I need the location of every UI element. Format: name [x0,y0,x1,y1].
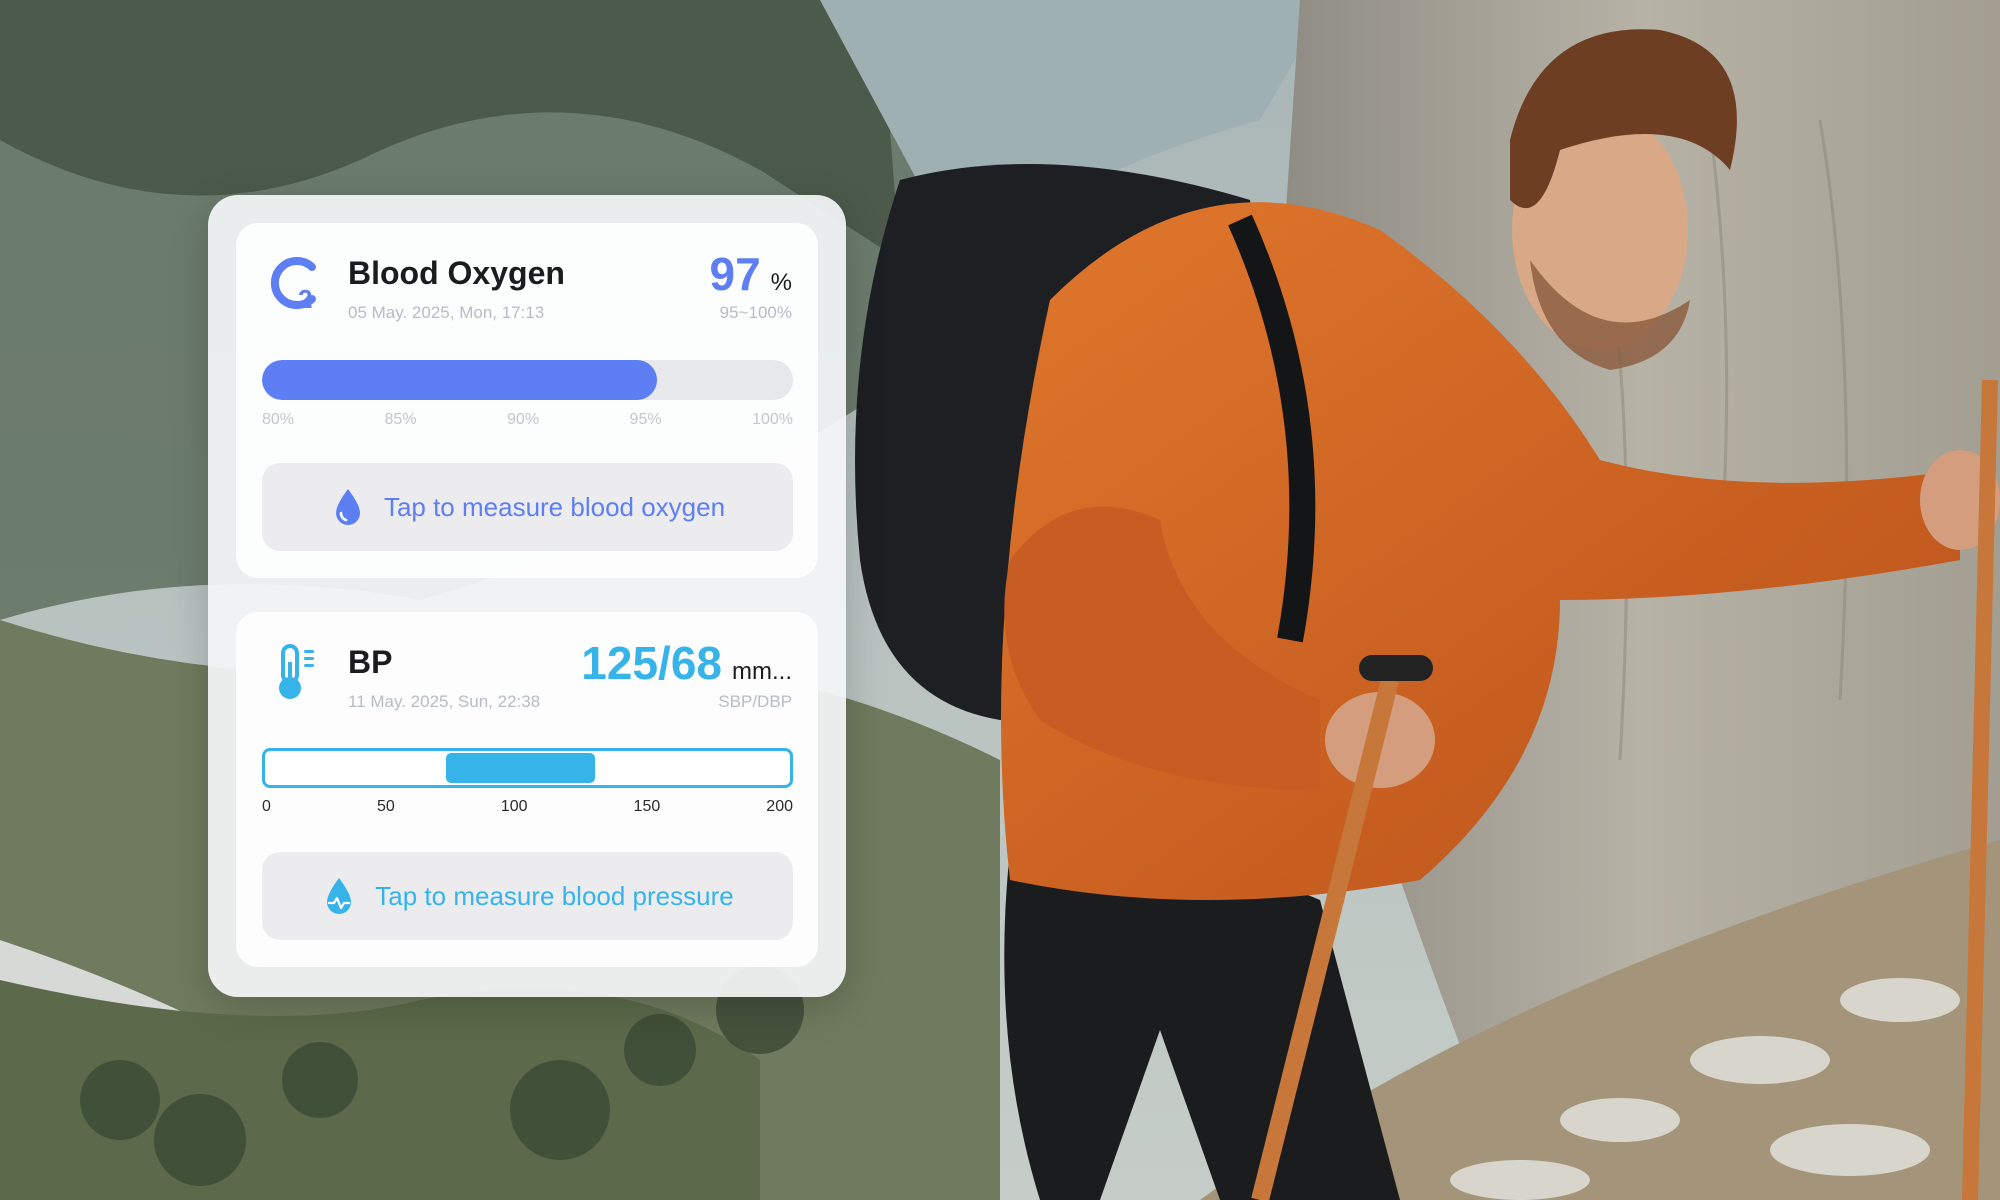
scale-tick: 100% [752,411,793,428]
blood-pressure-scale: 0 50 100 150 200 [262,798,793,818]
thermometer-icon [279,644,314,699]
blood-pressure-unit: mm... [732,658,792,685]
blood-oxygen-unit: % [770,269,792,296]
scale-tick: 200 [766,798,793,815]
blood-pressure-value: 125/68 [581,637,722,689]
blood-pressure-timestamp: 11 May. 2025, Sun, 22:38 [348,692,541,711]
measure-blood-oxygen-label: Tap to measure blood oxygen [383,491,726,522]
svg-text:2: 2 [298,284,312,313]
health-widget-panel: 2 Blood Oxygen 05 May. 2025, Mon, 17:13 … [208,195,846,997]
scale-tick: 95% [629,411,662,428]
scale-tick: 80% [262,411,295,428]
o2-icon: 2 [270,257,316,313]
blood-oxygen-card[interactable]: 2 Blood Oxygen 05 May. 2025, Mon, 17:13 … [236,223,818,578]
blood-pressure-range-fill [445,753,596,783]
blood-oxygen-timestamp: 05 May. 2025, Mon, 17:13 [348,303,545,322]
blood-oxygen-scale: 80% 85% 90% 95% 100% [262,411,793,431]
blood-pressure-reading: 125/68 mm... [581,636,792,690]
blood-pressure-caption: SBP/DBP [718,692,792,711]
scale-tick: 90% [507,411,540,428]
scale-tick: 85% [384,411,417,428]
measure-blood-pressure-button[interactable]: Tap to measure blood pressure [262,852,793,940]
measure-blood-pressure-label: Tap to measure blood pressure [375,880,734,911]
water-drop-icon [335,489,360,525]
blood-pressure-card[interactable]: BP 11 May. 2025, Sun, 22:38 125/68 mm...… [236,612,818,967]
measure-blood-oxygen-button[interactable]: Tap to measure blood oxygen [262,463,793,551]
blood-oxygen-progress-fill [262,360,658,400]
blood-oxygen-normal-range: 95~100% [719,303,792,322]
blood-oxygen-title: Blood Oxygen [348,255,565,291]
blood-oxygen-value: 97 [709,248,761,300]
scale-tick: 150 [633,798,661,815]
blood-oxygen-reading: 97 % [709,247,792,301]
heartbeat-drop-icon [327,878,352,914]
blood-pressure-title: BP [348,644,393,680]
blood-pressure-range-track [262,748,793,788]
scale-tick: 50 [376,798,395,815]
scale-tick: 0 [262,798,271,815]
blood-oxygen-progress-track [262,360,793,400]
scale-tick: 100 [500,798,528,815]
